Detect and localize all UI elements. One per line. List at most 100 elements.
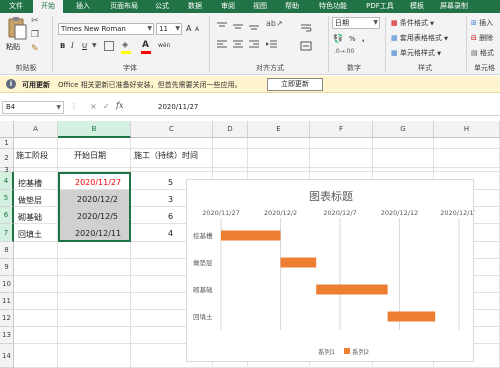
row-header[interactable]: 14 bbox=[0, 344, 14, 368]
align-left-icon[interactable] bbox=[216, 39, 228, 51]
ribbon-tab[interactable]: 插入 bbox=[68, 0, 98, 13]
cell-B4[interactable]: 2020/11/27 bbox=[75, 178, 121, 187]
merge-center-icon[interactable] bbox=[300, 41, 312, 53]
cell-B5[interactable]: 2020/12/2 bbox=[77, 195, 118, 204]
paste-button[interactable]: 粘贴 bbox=[6, 42, 20, 52]
row-header[interactable]: 9 bbox=[0, 259, 14, 276]
column-header[interactable]: H bbox=[434, 121, 500, 138]
ribbon-tab[interactable]: 数据 bbox=[180, 0, 210, 13]
more-options-icon[interactable]: ⋮ bbox=[70, 102, 78, 111]
cell-A5[interactable]: 做垫层 bbox=[18, 195, 42, 206]
update-now-button[interactable]: 立即更新 bbox=[267, 78, 323, 91]
indent-icon[interactable] bbox=[266, 39, 278, 51]
column-header[interactable]: D bbox=[213, 121, 248, 138]
underline-button[interactable]: U bbox=[82, 40, 87, 52]
chevron-down-icon[interactable]: ▼ bbox=[56, 102, 61, 113]
grow-font-button[interactable]: A bbox=[186, 23, 191, 35]
format-cells-button[interactable]: ▤ 格式 bbox=[471, 47, 494, 59]
column-header[interactable]: F bbox=[310, 121, 373, 138]
insert-function-button[interactable]: fx bbox=[116, 101, 123, 110]
align-bottom-icon[interactable] bbox=[248, 21, 260, 33]
cell-C5[interactable]: 3 bbox=[168, 195, 173, 204]
ribbon-tab[interactable]: 页面布局 bbox=[103, 0, 145, 13]
copy-icon[interactable]: ❐ bbox=[31, 30, 39, 40]
ribbon-tab[interactable]: 模板 bbox=[403, 0, 431, 13]
ribbon-tab[interactable]: 公式 bbox=[148, 0, 176, 13]
insert-cells-button[interactable]: ⊞ 插入 bbox=[471, 17, 493, 29]
legend-swatch-series2 bbox=[344, 348, 350, 354]
ribbon-tab[interactable]: 屏幕录制 bbox=[434, 0, 474, 13]
column-header[interactable]: C bbox=[131, 121, 213, 138]
ribbon-tab[interactable]: PDF工具 bbox=[360, 0, 400, 13]
format-as-table-button[interactable]: ▦ 套用表格格式 ▼ bbox=[391, 32, 448, 45]
align-right-icon[interactable] bbox=[248, 39, 260, 51]
ribbon-tab[interactable]: 特色功能 bbox=[310, 0, 356, 13]
cell-C6[interactable]: 6 bbox=[168, 212, 173, 221]
fill-color-icon[interactable]: ◈ bbox=[122, 40, 128, 49]
cell-B7[interactable]: 2020/12/11 bbox=[75, 229, 121, 238]
row-header[interactable]: 8 bbox=[0, 242, 14, 259]
delete-cells-button[interactable]: ⊟ 删除 bbox=[471, 32, 493, 44]
select-all-corner[interactable] bbox=[0, 121, 14, 138]
currency-icon[interactable]: 💱 bbox=[333, 34, 343, 43]
bold-button[interactable]: B bbox=[60, 40, 65, 52]
cut-icon[interactable]: ✂ bbox=[31, 16, 39, 26]
paste-icon[interactable] bbox=[6, 16, 28, 42]
percent-button[interactable]: % bbox=[349, 33, 356, 45]
conditional-format-button[interactable]: ▦ 条件格式 ▼ bbox=[391, 17, 434, 30]
cell-C4[interactable]: 5 bbox=[168, 178, 173, 187]
column-header[interactable]: A bbox=[14, 121, 58, 138]
cell-A2[interactable]: 施工阶段 bbox=[16, 150, 48, 161]
ribbon-tab[interactable]: 视图 bbox=[246, 0, 274, 13]
name-box[interactable]: B4 ▼ bbox=[2, 101, 64, 114]
cell-C7[interactable]: 4 bbox=[168, 229, 173, 238]
row-header[interactable]: 10 bbox=[0, 276, 14, 293]
align-middle-icon[interactable] bbox=[232, 21, 244, 33]
wrap-text-icon[interactable] bbox=[300, 23, 312, 35]
chevron-down-icon[interactable]: ▼ bbox=[92, 40, 97, 52]
row-header[interactable]: 11 bbox=[0, 293, 14, 310]
chevron-down-icon[interactable]: ▼ bbox=[373, 18, 378, 28]
column-header[interactable]: E bbox=[248, 121, 310, 138]
number-format-combo[interactable]: 日期 ▼ bbox=[332, 17, 380, 29]
align-top-icon[interactable] bbox=[216, 21, 228, 33]
column-header[interactable]: G bbox=[373, 121, 434, 138]
cell-A4[interactable]: 挖基槽 bbox=[18, 178, 42, 189]
chevron-down-icon[interactable]: ▼ bbox=[175, 24, 180, 34]
cell-B6[interactable]: 2020/12/5 bbox=[77, 212, 118, 221]
row-header[interactable]: 12 bbox=[0, 310, 14, 327]
ribbon-tab[interactable]: 帮助 bbox=[278, 0, 306, 13]
align-center-icon[interactable] bbox=[232, 39, 244, 51]
shrink-font-button[interactable]: A bbox=[195, 24, 199, 36]
font-size-combo[interactable]: 11 ▼ bbox=[156, 23, 182, 35]
cancel-icon[interactable]: × bbox=[90, 102, 97, 111]
column-header[interactable]: B bbox=[58, 121, 131, 138]
row-header[interactable]: 7 bbox=[0, 224, 14, 242]
chevron-down-icon[interactable]: ▼ bbox=[147, 24, 152, 34]
ribbon-tab[interactable]: 审阅 bbox=[214, 0, 242, 13]
comma-button[interactable]: , bbox=[362, 33, 365, 45]
row-header[interactable]: 1 bbox=[0, 138, 14, 149]
phonetic-button[interactable]: wén bbox=[158, 40, 170, 52]
cell-C2[interactable]: 施工（持续）时间 bbox=[134, 150, 198, 161]
cell-A7[interactable]: 回填土 bbox=[18, 229, 42, 240]
row-header[interactable]: 6 bbox=[0, 207, 14, 224]
italic-button[interactable]: I bbox=[71, 40, 74, 52]
cell-B2[interactable]: 开始日期 bbox=[74, 150, 106, 161]
row-header[interactable]: 5 bbox=[0, 190, 14, 207]
enter-icon[interactable]: ✓ bbox=[103, 102, 110, 111]
format-painter-icon[interactable]: ✎ bbox=[31, 44, 39, 54]
font-name-combo[interactable]: Times New Roman ▼ bbox=[58, 23, 154, 35]
cell-styles-button[interactable]: ▦ 单元格样式 ▼ bbox=[391, 47, 441, 60]
ribbon-tab[interactable]: 开始 bbox=[33, 0, 63, 13]
row-header[interactable]: 13 bbox=[0, 327, 14, 344]
orientation-icon[interactable]: ab↗ bbox=[266, 19, 283, 28]
increase-decimal-icon[interactable]: .0→.00 bbox=[334, 48, 354, 55]
border-icon[interactable] bbox=[104, 41, 114, 51]
ribbon-tab[interactable]: 文件 bbox=[2, 0, 30, 13]
font-color-button[interactable]: A bbox=[142, 39, 149, 51]
row-header[interactable]: 4 bbox=[0, 172, 14, 190]
gantt-chart[interactable]: 图表标题 2020/11/27 2020/12/2 2020/12/7 2020/12/… bbox=[186, 179, 475, 362]
formula-input[interactable]: 2020/11/27 bbox=[158, 103, 198, 111]
cell-A6[interactable]: 砌基础 bbox=[18, 212, 42, 223]
